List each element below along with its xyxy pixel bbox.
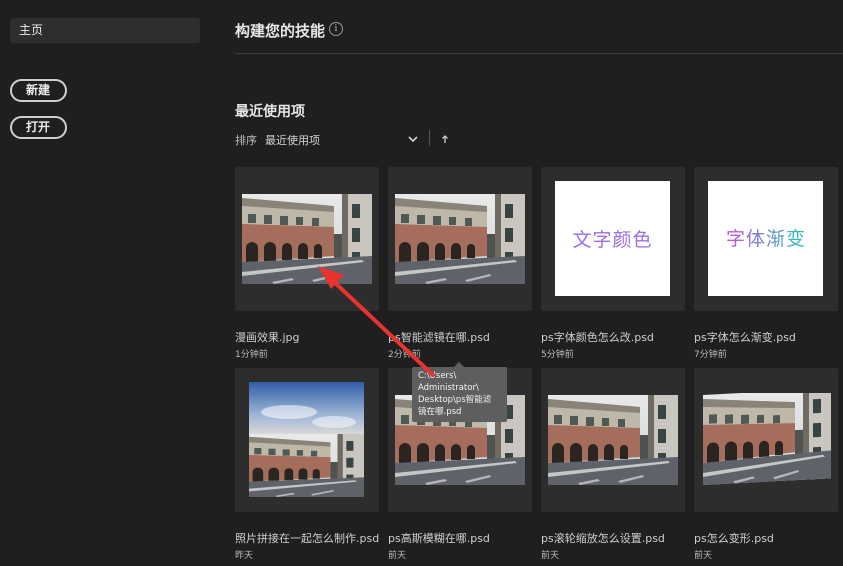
annotation-arrow-icon: [318, 266, 435, 377]
